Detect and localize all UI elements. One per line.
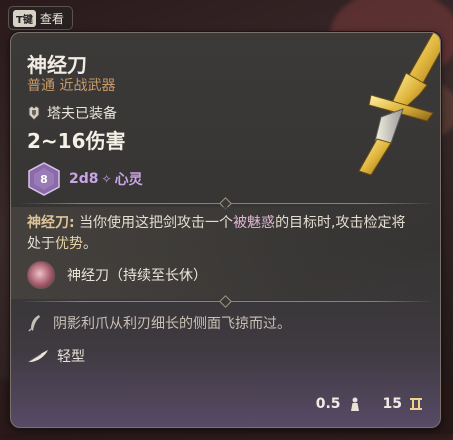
passive-name: 神经刀:	[27, 215, 75, 231]
examine-hint[interactable]: T键 查看	[8, 6, 73, 30]
keybind-badge: T键	[13, 9, 36, 27]
equipped-label: 塔夫已装备	[47, 106, 117, 122]
psychic-icon: ✧	[101, 172, 112, 186]
equipped-status: 塔夫已装备	[27, 103, 117, 123]
damage-type: 心灵	[114, 172, 143, 188]
dice-roll: 2d8	[69, 171, 99, 187]
desc-text-pre: 当你使用这把剑攻击一个	[79, 215, 234, 231]
item-stats-footer: 0.5 15	[316, 396, 424, 412]
damage-dice: 8 2d8 ✧ 心灵	[27, 162, 143, 196]
advantage-keyword[interactable]: 优势	[55, 236, 83, 252]
examine-label: 查看	[39, 11, 64, 26]
damage-roll: 2d8 ✧ 心灵	[69, 169, 143, 189]
weapon-property[interactable]: 轻型	[27, 346, 85, 366]
section-divider	[11, 295, 440, 308]
die-label: 8	[40, 172, 48, 186]
weight-value: 0.5	[315, 396, 341, 412]
status-effect-row[interactable]: 神经刀（持续至长休）	[27, 261, 207, 289]
flavor-text-row: 阴影利爪从利刃细长的侧面飞掠而过。	[27, 313, 291, 333]
desc-text-end: 。	[83, 236, 97, 252]
coin-icon	[410, 398, 422, 410]
armor-icon	[28, 105, 40, 121]
dagger-image	[358, 33, 440, 175]
property-label: 轻型	[57, 349, 85, 365]
charmed-keyword[interactable]: 被魅惑	[233, 215, 275, 231]
item-name: 神经刀	[27, 53, 87, 77]
gold-value: 15	[382, 396, 402, 412]
item-description: 神经刀: 当你使用这把剑攻击一个被魅惑的目标时,攻击检定将处于优势。	[27, 213, 417, 255]
status-effect-label: 神经刀（持续至长休）	[67, 268, 207, 284]
item-rarity-type: 普通 近战武器	[27, 78, 116, 94]
item-tooltip: 神经刀 普通 近战武器 塔夫已装备 2~16伤害 8 2d8 ✧ 心灵 神经刀:…	[10, 32, 441, 428]
mind-blade-status-icon	[27, 261, 55, 289]
flavor-text: 阴影利爪从利刃细长的侧面飞掠而过。	[53, 316, 291, 332]
weight-icon	[350, 397, 359, 411]
feather-icon	[27, 350, 48, 363]
d8-icon: 8	[27, 162, 61, 196]
quill-icon	[28, 315, 40, 332]
damage-range: 2~16伤害	[27, 129, 126, 153]
